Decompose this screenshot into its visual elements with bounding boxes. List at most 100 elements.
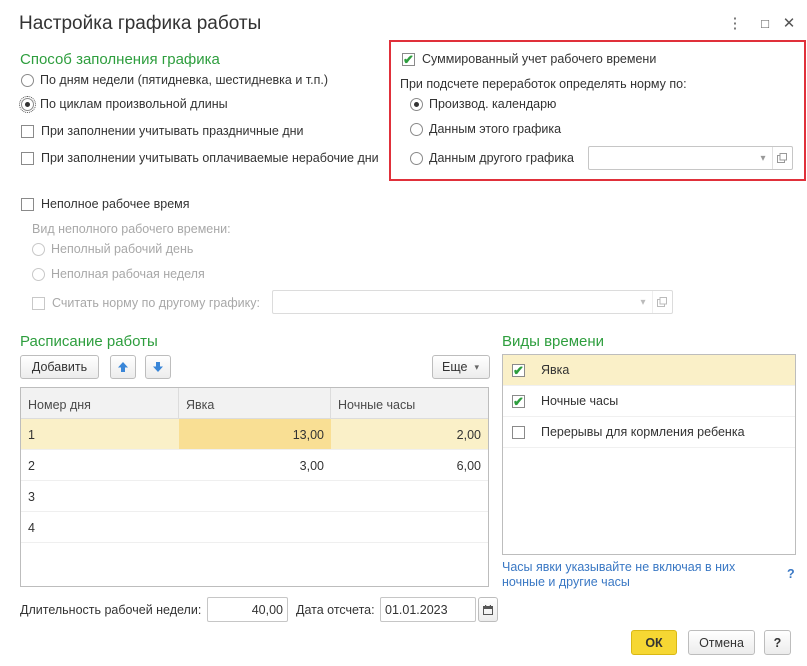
norm-by-other-schedule-radio[interactable] bbox=[410, 151, 423, 165]
norm-caption: При подсчете переработок определять норм… bbox=[400, 77, 687, 91]
cell-day-number[interactable]: 3 bbox=[21, 481, 179, 511]
summarized-accounting-label: Суммированный учет рабочего времени bbox=[422, 52, 657, 66]
part-time-other-schedule-field[interactable]: ▾ bbox=[272, 290, 673, 314]
norm-by-calendar-radio[interactable] bbox=[410, 97, 423, 111]
time-types-title: Виды времени bbox=[502, 333, 605, 350]
table-row[interactable]: 2 3,00 6,00 bbox=[21, 450, 488, 481]
norm-by-other-schedule-part-time-label: Считать норму по другому графику: bbox=[52, 296, 260, 310]
time-type-checkbox[interactable]: ✔ bbox=[512, 363, 525, 377]
table-row[interactable]: 1 13,00 2,00 bbox=[21, 419, 488, 450]
part-time-option[interactable]: Неполное рабочее время bbox=[21, 197, 190, 211]
time-type-label: Явка bbox=[541, 363, 570, 377]
cell-attendance[interactable]: 3,00 bbox=[179, 450, 331, 480]
norm-by-this-schedule-label: Данным этого графика bbox=[429, 122, 562, 136]
time-type-checkbox[interactable]: ✔ bbox=[512, 394, 525, 408]
norm-by-other-schedule-label: Данным другого графика bbox=[429, 151, 575, 165]
summarized-accounting-checkbox[interactable]: ✔ bbox=[402, 52, 415, 66]
cell-day-number[interactable]: 2 bbox=[21, 450, 179, 480]
time-types-hint[interactable]: Часы явки указывайте не включая в них но… bbox=[502, 560, 752, 590]
fill-by-cycles-radio[interactable] bbox=[19, 95, 36, 113]
week-length-input[interactable]: 40,00 bbox=[207, 597, 288, 622]
cell-attendance[interactable] bbox=[179, 481, 331, 511]
fill-by-weekdays-radio[interactable] bbox=[21, 73, 34, 87]
reference-date-input[interactable]: 01.01.2023 bbox=[380, 597, 476, 622]
table-row[interactable]: 4 bbox=[21, 512, 488, 543]
cell-attendance[interactable] bbox=[179, 512, 331, 542]
hint-help-link[interactable]: ? bbox=[787, 567, 795, 582]
time-type-label: Ночные часы bbox=[541, 394, 619, 408]
norm-by-this-schedule-radio[interactable] bbox=[410, 122, 423, 136]
consider-holidays-option[interactable]: При заполнении учитывать праздничные дни bbox=[21, 124, 304, 138]
cell-day-number[interactable]: 1 bbox=[21, 419, 179, 449]
ok-button[interactable]: ОК bbox=[631, 630, 677, 655]
list-item[interactable]: ✔ Ночные часы bbox=[503, 386, 795, 417]
consider-paid-nonworking-option[interactable]: При заполнении учитывать оплачиваемые не… bbox=[21, 151, 379, 165]
move-down-button[interactable] bbox=[145, 355, 171, 379]
norm-by-other-schedule-part-time-checkbox[interactable] bbox=[32, 296, 45, 310]
norm-by-calendar-option[interactable]: Производ. календарю bbox=[410, 97, 556, 111]
consider-paid-nonworking-checkbox[interactable] bbox=[21, 151, 34, 165]
part-time-label: Неполное рабочее время bbox=[41, 197, 190, 211]
norm-by-this-schedule-option[interactable]: Данным этого графика bbox=[410, 122, 561, 136]
part-time-week-option[interactable]: Неполная рабочая неделя bbox=[32, 267, 205, 281]
move-up-button[interactable] bbox=[110, 355, 136, 379]
more-actions-icon[interactable]: ⋮ bbox=[726, 14, 744, 32]
fill-by-weekdays-label: По дням недели (пятидневка, шестидневка … bbox=[40, 73, 329, 87]
part-time-day-label: Неполный рабочий день bbox=[51, 242, 194, 256]
dropdown-arrow-icon[interactable]: ▾ bbox=[634, 291, 652, 313]
calendar-button[interactable] bbox=[478, 597, 498, 622]
schedule-table-header: Номер дня Явка Ночные часы bbox=[21, 388, 488, 419]
window-title: Настройка графика работы bbox=[19, 13, 262, 34]
open-form-icon[interactable] bbox=[652, 291, 671, 313]
part-time-kind-caption: Вид неполного рабочего времени: bbox=[32, 222, 231, 236]
norm-by-other-schedule-option[interactable]: Данным другого графика bbox=[410, 151, 574, 165]
part-time-day-radio[interactable] bbox=[32, 242, 45, 256]
chevron-down-icon: ▾ bbox=[474, 361, 479, 372]
norm-by-calendar-label: Производ. календарю bbox=[429, 97, 557, 111]
reference-date-label: Дата отсчета: bbox=[296, 603, 375, 617]
schedule-table: Номер дня Явка Ночные часы 1 13,00 2,00 … bbox=[20, 387, 489, 587]
part-time-week-label: Неполная рабочая неделя bbox=[51, 267, 205, 281]
time-types-list: ✔ Явка ✔ Ночные часы Перерывы для кормле… bbox=[502, 354, 796, 555]
consider-paid-nonworking-label: При заполнении учитывать оплачиваемые не… bbox=[41, 151, 379, 165]
time-type-label: Перерывы для кормления ребенка bbox=[541, 425, 745, 439]
maximize-icon[interactable]: □ bbox=[756, 16, 774, 31]
list-item[interactable]: ✔ Явка bbox=[503, 355, 795, 386]
add-row-button[interactable]: Добавить bbox=[20, 355, 99, 379]
summarized-accounting-option[interactable]: ✔ Суммированный учет рабочего времени bbox=[402, 52, 656, 66]
cell-night-hours[interactable]: 6,00 bbox=[331, 450, 488, 480]
part-time-week-radio[interactable] bbox=[32, 267, 45, 281]
column-attendance[interactable]: Явка bbox=[179, 388, 331, 418]
help-button[interactable]: ? bbox=[764, 630, 791, 655]
cell-attendance[interactable]: 13,00 bbox=[179, 419, 331, 449]
fill-by-cycles-label: По циклам произвольной длины bbox=[40, 97, 228, 111]
time-type-checkbox[interactable] bbox=[512, 425, 525, 439]
cell-night-hours[interactable] bbox=[331, 512, 488, 542]
dropdown-arrow-icon[interactable]: ▾ bbox=[754, 147, 772, 169]
part-time-day-option[interactable]: Неполный рабочий день bbox=[32, 242, 193, 256]
list-item[interactable]: Перерывы для кормления ребенка bbox=[503, 417, 795, 448]
cell-day-number[interactable]: 4 bbox=[21, 512, 179, 542]
cancel-button[interactable]: Отмена bbox=[688, 630, 755, 655]
arrow-up-icon bbox=[118, 362, 128, 372]
open-form-icon[interactable] bbox=[772, 147, 791, 169]
fill-by-weekdays-option[interactable]: По дням недели (пятидневка, шестидневка … bbox=[21, 73, 328, 87]
arrow-down-icon bbox=[153, 362, 163, 372]
norm-by-other-schedule-part-time-option[interactable]: Считать норму по другому графику: bbox=[32, 296, 260, 310]
column-night-hours[interactable]: Ночные часы bbox=[331, 388, 488, 418]
calendar-icon bbox=[483, 604, 493, 615]
fill-by-cycles-option[interactable]: По циклам произвольной длины bbox=[19, 95, 228, 113]
consider-holidays-label: При заполнении учитывать праздничные дни bbox=[41, 124, 304, 138]
consider-holidays-checkbox[interactable] bbox=[21, 124, 34, 138]
other-schedule-field[interactable]: ▾ bbox=[588, 146, 793, 170]
column-day-number[interactable]: Номер дня bbox=[21, 388, 179, 418]
table-row[interactable]: 3 bbox=[21, 481, 488, 512]
schedule-title: Расписание работы bbox=[20, 333, 158, 350]
part-time-checkbox[interactable] bbox=[21, 197, 34, 211]
more-button[interactable]: Еще ▾ bbox=[432, 355, 490, 379]
more-button-label: Еще bbox=[442, 360, 468, 374]
cell-night-hours[interactable] bbox=[331, 481, 488, 511]
fill-method-title: Способ заполнения графика bbox=[20, 51, 220, 68]
cell-night-hours[interactable]: 2,00 bbox=[331, 419, 488, 449]
close-icon[interactable]: ✕ bbox=[780, 14, 798, 32]
